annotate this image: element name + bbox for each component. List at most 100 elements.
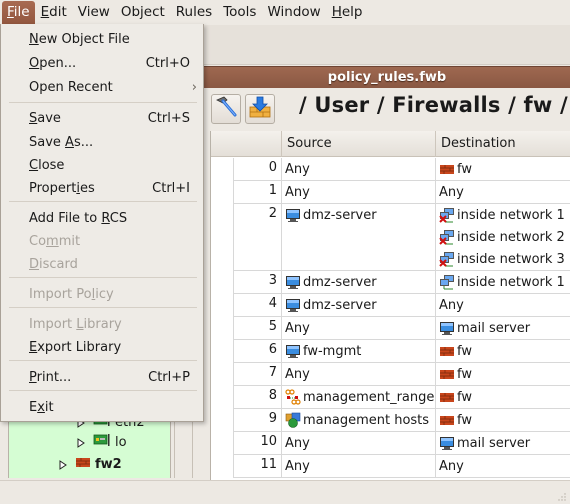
menu-file[interactable]: File	[2, 1, 35, 24]
destination-cell[interactable]: fw	[435, 340, 570, 363]
expand-arrow-icon[interactable]	[77, 438, 85, 448]
menu-item-open[interactable]: Open... Ctrl+O	[1, 52, 203, 75]
source-cell[interactable]: management_range	[281, 386, 435, 409]
column-header-number[interactable]	[211, 131, 281, 157]
source-cell[interactable]: Any	[281, 181, 435, 204]
source-cell[interactable]: Any	[281, 363, 435, 386]
menu-window[interactable]: Window	[262, 1, 325, 24]
destination-cell[interactable]: Any	[435, 294, 570, 317]
source-object[interactable]: fw-mgmt	[282, 340, 435, 362]
rule-number: 10	[233, 432, 281, 455]
destination-cell[interactable]: fw	[435, 158, 570, 181]
destination-cell[interactable]: fw	[435, 363, 570, 386]
table-row[interactable]: 4 dmz-server Any	[211, 294, 570, 317]
menu-item-add-file-to-rcs[interactable]: Add File to RCS	[1, 207, 203, 230]
destination-object[interactable]: Any	[436, 294, 570, 316]
destination-cell[interactable]: Any	[435, 455, 570, 478]
destination-object[interactable]: mail server	[436, 432, 570, 454]
menu-item-save-as[interactable]: Save As...	[1, 131, 203, 154]
menu-item-save[interactable]: Save Ctrl+S	[1, 107, 203, 130]
table-row[interactable]: 7 Any fw	[211, 363, 570, 386]
source-object[interactable]: Any	[282, 158, 435, 180]
resize-grip-icon[interactable]	[557, 491, 567, 501]
source-cell[interactable]: management hosts	[281, 409, 435, 432]
tree-item-fw2[interactable]: fw2	[59, 454, 122, 474]
menu-tools[interactable]: Tools	[218, 1, 261, 24]
menu-label: View	[77, 4, 110, 20]
install-button[interactable]	[245, 94, 275, 124]
source-cell[interactable]: Any	[281, 432, 435, 455]
table-row[interactable]: 10 Any mail server	[211, 432, 570, 455]
destination-object[interactable]: inside network 1	[436, 204, 570, 226]
destination-object[interactable]: inside network 3	[436, 248, 570, 270]
table-row[interactable]: 3 dmz-server inside network 1	[211, 271, 570, 294]
destination-object[interactable]: fw	[436, 386, 570, 408]
table-row[interactable]: 6 fw-mgmt fw	[211, 340, 570, 363]
destination-object[interactable]: fw	[436, 363, 570, 385]
table-row[interactable]: 5 Any mail server	[211, 317, 570, 340]
source-object[interactable]: Any	[282, 317, 435, 339]
object-group-icon	[285, 412, 301, 428]
destination-object[interactable]: fw	[436, 340, 570, 362]
destination-object[interactable]: Any	[436, 455, 570, 477]
menu-item-new-object-file[interactable]: New Object File	[1, 28, 203, 51]
table-row[interactable]: 0 Any fw	[211, 158, 570, 181]
source-cell[interactable]: Any	[281, 455, 435, 478]
source-object[interactable]: dmz-server	[282, 294, 435, 316]
menu-item-exit[interactable]: Exit	[1, 396, 203, 419]
menu-item-properties[interactable]: Properties Ctrl+I	[1, 177, 203, 200]
mnemonic: F	[7, 4, 14, 20]
table-row[interactable]: 11 Any Any	[211, 455, 570, 478]
rule-number: 9	[233, 409, 281, 432]
destination-cell[interactable]: mail server	[435, 317, 570, 340]
source-object[interactable]: Any	[282, 181, 435, 203]
source-object[interactable]: Any	[282, 455, 435, 477]
column-header-destination[interactable]: Destination	[435, 131, 570, 157]
source-cell[interactable]: Any	[281, 158, 435, 181]
menu-item-close[interactable]: Close	[1, 154, 203, 177]
menu-object[interactable]: Object	[116, 1, 170, 24]
menu-item-export-library[interactable]: Export Library	[1, 336, 203, 359]
menu-item-print[interactable]: Print... Ctrl+P	[1, 366, 203, 389]
table-row[interactable]: 8 management_range fw	[211, 386, 570, 409]
destination-object[interactable]: fw	[436, 158, 570, 180]
mnemonic: H	[331, 4, 342, 20]
destination-object[interactable]: inside network 2	[436, 226, 570, 248]
source-cell[interactable]: dmz-server	[281, 294, 435, 317]
menu-rules[interactable]: Rules	[171, 1, 217, 24]
menu-help[interactable]: Help	[327, 1, 368, 24]
menu-item-open-recent[interactable]: Open Recent ›	[1, 76, 203, 99]
source-cell[interactable]: dmz-server	[281, 271, 435, 294]
destination-cell[interactable]: Any	[435, 181, 570, 204]
menu-view[interactable]: View	[73, 1, 115, 24]
destination-cell[interactable]: fw	[435, 386, 570, 409]
tree-item-lo[interactable]: lo	[77, 432, 127, 452]
tree-item-partial[interactable]	[81, 474, 101, 478]
column-header-source[interactable]: Source	[281, 131, 435, 157]
table-row[interactable]: 9 management hosts fw	[211, 409, 570, 432]
source-object[interactable]: management_range	[282, 386, 435, 408]
source-object[interactable]: dmz-server	[282, 204, 435, 226]
destination-cell[interactable]: inside network 1 inside network 2 inside n…	[435, 204, 570, 271]
destination-cell[interactable]: inside network 1	[435, 271, 570, 294]
destination-object[interactable]: fw	[436, 409, 570, 431]
source-object[interactable]: management hosts	[282, 409, 435, 431]
table-row[interactable]: 1 Any Any	[211, 181, 570, 204]
destination-object[interactable]: Any	[436, 181, 570, 203]
destination-object[interactable]: mail server	[436, 317, 570, 339]
destination-object[interactable]: inside network 1	[436, 271, 570, 293]
destination-cell[interactable]: mail server	[435, 432, 570, 455]
compile-button[interactable]	[211, 94, 241, 124]
menu-edit[interactable]: Edit	[36, 1, 72, 24]
document-title-bar[interactable]: policy_rules.fwb	[204, 66, 570, 88]
source-object[interactable]: dmz-server	[282, 271, 435, 293]
firewall-icon	[439, 412, 455, 428]
source-cell[interactable]: fw-mgmt	[281, 340, 435, 363]
table-row[interactable]: 2 dmz-server inside network 1 inside networ…	[211, 204, 570, 271]
source-cell[interactable]: Any	[281, 317, 435, 340]
source-cell[interactable]: dmz-server	[281, 204, 435, 271]
destination-cell[interactable]: fw	[435, 409, 570, 432]
source-object[interactable]: Any	[282, 363, 435, 385]
source-object[interactable]: Any	[282, 432, 435, 454]
expand-arrow-icon[interactable]	[59, 460, 67, 470]
